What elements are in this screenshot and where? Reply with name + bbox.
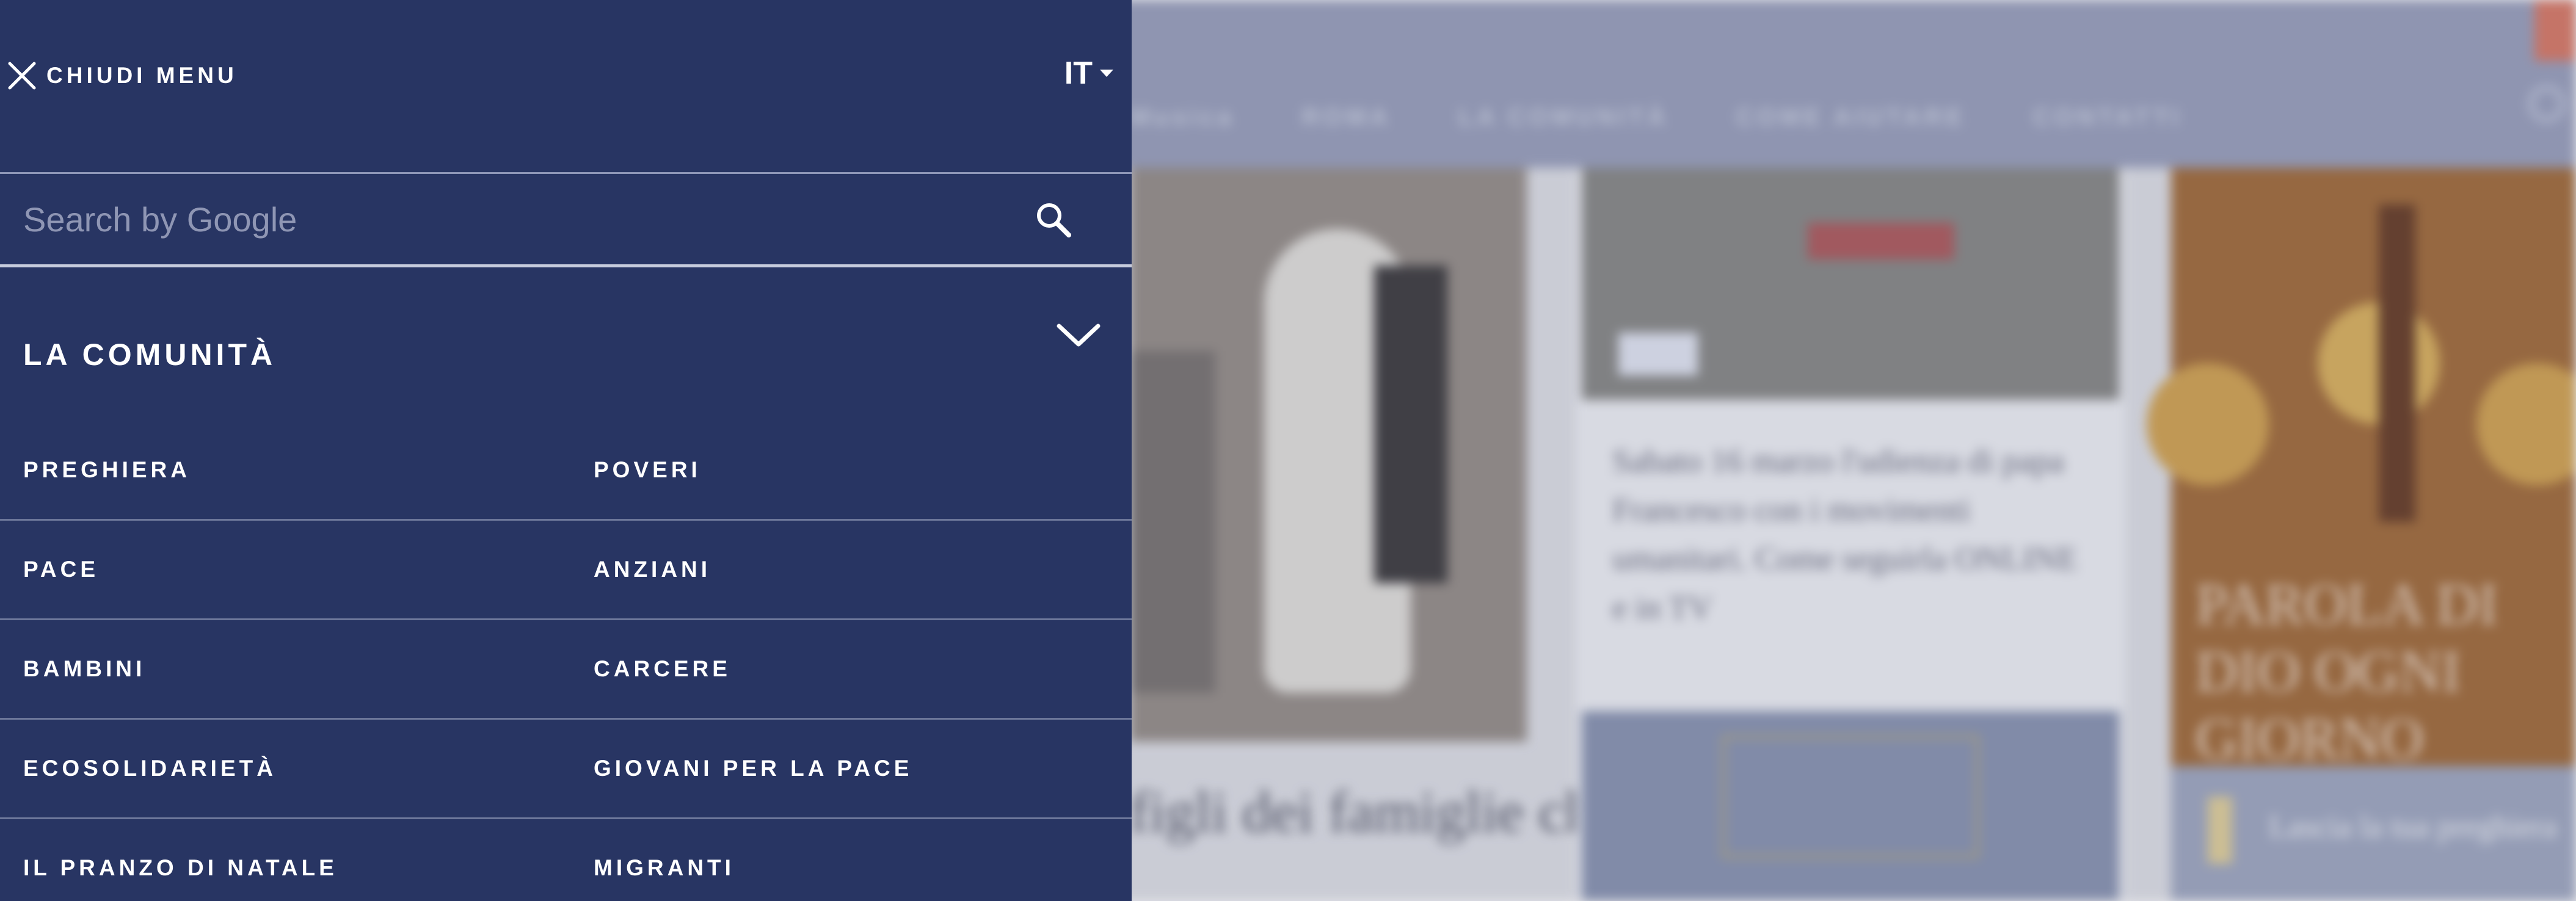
menu-row: PACE ANZIANI	[0, 521, 1132, 620]
menu-header: CHIUDI MENU IT	[0, 0, 1132, 172]
section-la-comunita-toggle[interactable]: LA COMUNITÀ	[0, 299, 1132, 421]
caret-down-icon	[1100, 70, 1113, 77]
close-menu-button[interactable]: CHIUDI MENU	[6, 57, 238, 94]
search-bar	[0, 172, 1132, 267]
menu-item-carcere[interactable]: CARCERE	[594, 620, 731, 718]
close-icon	[8, 62, 36, 90]
menu-item-pace[interactable]: PACE	[23, 521, 99, 618]
language-label: IT	[1064, 56, 1093, 91]
menu-item-anziani[interactable]: ANZIANI	[594, 521, 711, 618]
menu-item-preghiera[interactable]: PREGHIERA	[23, 421, 191, 519]
search-input[interactable]	[23, 174, 970, 264]
menu-row: BAMBINI CARCERE	[0, 620, 1132, 720]
menu-row: IL PRANZO DI NATALE MIGRANTI	[0, 819, 1132, 901]
side-menu: CHIUDI MENU IT LA COMUNITÀ PREGHIERA POV…	[0, 0, 1132, 901]
menu-row: ECOSOLIDARIETÀ GIOVANI PER LA PACE	[0, 720, 1132, 819]
menu-item-migranti[interactable]: MIGRANTI	[594, 819, 735, 901]
menu-item-il-pranzo-di-natale[interactable]: IL PRANZO DI NATALE	[23, 819, 338, 901]
menu-item-ecosolidarieta[interactable]: ECOSOLIDARIETÀ	[23, 720, 277, 817]
menu-item-giovani-per-la-pace[interactable]: GIOVANI PER LA PACE	[594, 720, 912, 817]
search-icon[interactable]	[1032, 198, 1075, 241]
language-selector[interactable]: IT	[1064, 55, 1115, 92]
section-title: LA COMUNITÀ	[23, 338, 277, 372]
chevron-down-icon	[1057, 324, 1101, 347]
menu-item-poveri[interactable]: POVERI	[594, 421, 701, 519]
section-items: PREGHIERA POVERI PACE ANZIANI BAMBINI CA…	[0, 421, 1132, 901]
menu-row: PREGHIERA POVERI	[0, 421, 1132, 521]
close-menu-label: CHIUDI MENU	[46, 63, 238, 88]
menu-item-bambini[interactable]: BAMBINI	[23, 620, 145, 718]
